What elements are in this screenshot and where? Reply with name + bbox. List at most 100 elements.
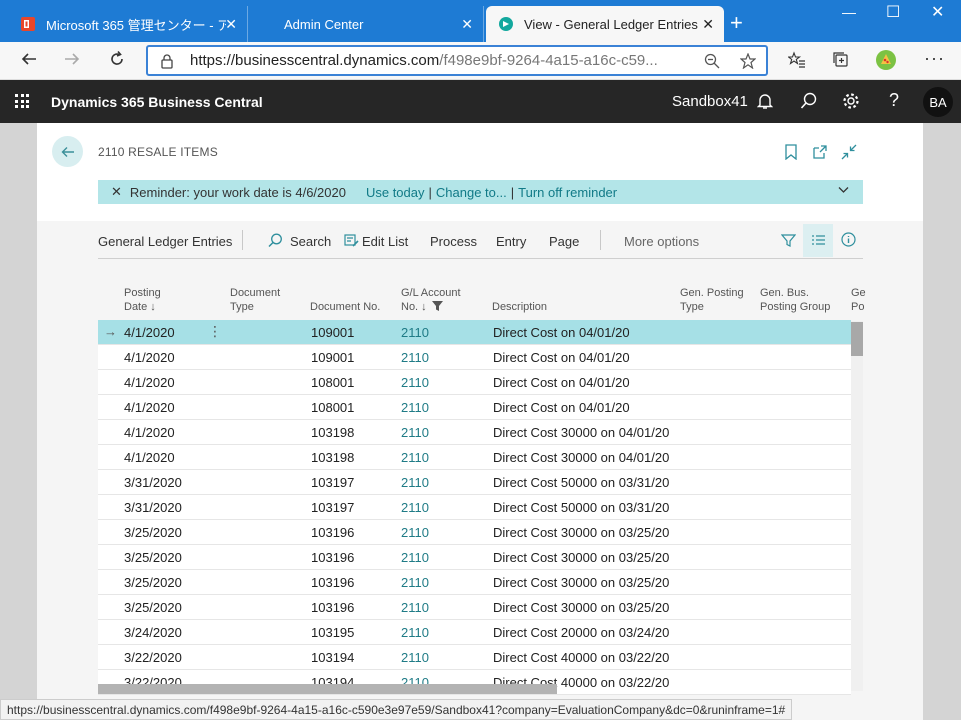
col-description[interactable]: Description (492, 300, 547, 314)
app-launcher-icon[interactable] (15, 94, 29, 108)
table-row[interactable]: 3/25/2020 103196 2110 Direct Cost 30000 on … (98, 595, 851, 620)
cell-gl-account-no[interactable]: 2110 (401, 500, 429, 515)
dismiss-reminder-icon[interactable]: ✕ (111, 184, 122, 200)
edit-list-icon[interactable] (344, 233, 359, 251)
back-button[interactable] (52, 136, 83, 167)
table-row[interactable]: 4/1/2020 103198 2110 Direct Cost 30000 on 0… (98, 420, 851, 445)
divider (600, 230, 601, 250)
new-tab-button[interactable]: + (730, 12, 743, 34)
use-today-link[interactable]: Use today (366, 185, 425, 200)
vertical-scroll-thumb[interactable] (851, 322, 863, 356)
cell-gl-account-no[interactable]: 2110 (401, 450, 429, 465)
col-document-type[interactable]: Document Type (230, 286, 280, 314)
tab-m365-admin[interactable]: Microsoft 365 管理センター - アクテ ✕ (8, 6, 248, 42)
more-options-button[interactable]: More options (624, 234, 699, 249)
gear-icon[interactable] (842, 92, 860, 115)
settings-more-icon[interactable]: ··· (924, 48, 945, 69)
horizontal-scroll-thumb[interactable] (98, 684, 557, 694)
minimize-icon[interactable]: — (842, 4, 856, 20)
cell-description: Direct Cost 30000 on 04/01/20 (493, 450, 670, 465)
collapse-icon[interactable] (841, 144, 857, 163)
back-icon[interactable] (20, 50, 38, 73)
favorites-icon[interactable] (786, 51, 806, 74)
list-title: General Ledger Entries (98, 234, 233, 249)
app-title[interactable]: Dynamics 365 Business Central (51, 94, 263, 110)
cell-gl-account-no[interactable]: 2110 (401, 325, 429, 340)
col-gl-account-no[interactable]: G/L Account No. ↓ (401, 286, 461, 315)
cell-gl-account-no[interactable]: 2110 (401, 400, 429, 415)
forward-icon[interactable] (63, 50, 81, 73)
table-row[interactable]: 3/25/2020 103196 2110 Direct Cost 30000 on … (98, 570, 851, 595)
table-row[interactable]: 3/25/2020 103196 2110 Direct Cost 30000 on … (98, 545, 851, 570)
url-field[interactable]: https://businesscentral.dynamics.com/f49… (146, 45, 768, 76)
process-menu[interactable]: Process (430, 234, 477, 249)
row-actions-icon[interactable]: ⋮ (208, 323, 222, 340)
change-to-link[interactable]: Change to... (436, 185, 507, 200)
col-gen-posting-type[interactable]: Gen. Posting Type (680, 286, 744, 314)
table-row[interactable]: 4/1/2020 109001 2110 Direct Cost on 04/01/2… (98, 345, 851, 370)
url-text: https://businesscentral.dynamics.com/f49… (190, 52, 658, 69)
reminder-text: Reminder: your work date is 4/6/2020 (129, 184, 346, 200)
maximize-icon[interactable]: ☐ (886, 2, 900, 22)
help-icon[interactable]: ? (889, 90, 899, 111)
table-row[interactable]: 3/31/2020 103197 2110 Direct Cost 50000 on … (98, 495, 851, 520)
edit-list-button[interactable]: Edit List (362, 234, 408, 249)
cell-gl-account-no[interactable]: 2110 (401, 550, 429, 565)
info-icon[interactable] (841, 232, 856, 250)
cell-gl-account-no[interactable]: 2110 (401, 650, 429, 665)
cell-gl-account-no[interactable]: 2110 (401, 600, 429, 615)
cell-document-no: 103197 (311, 475, 355, 490)
zoom-icon[interactable] (704, 53, 720, 73)
tab-general-ledger[interactable]: View - General Ledger Entries - 2 ✕ (486, 6, 724, 42)
cell-document-no: 109001 (311, 325, 355, 340)
table-row[interactable]: 4/1/2020 103198 2110 Direct Cost 30000 on 0… (98, 445, 851, 470)
cell-gl-account-no[interactable]: 2110 (401, 350, 429, 365)
bookmark-icon[interactable] (784, 144, 798, 163)
col-gen-prod-posting-group[interactable]: Ge Po (851, 286, 866, 314)
table-row[interactable]: 3/25/2020 103196 2110 Direct Cost 30000 on … (98, 520, 851, 545)
profile-icon[interactable] (875, 49, 897, 76)
table-row[interactable]: → ⋮ 4/1/2020 109001 2110 Direct Cost on 04/01… (98, 320, 851, 345)
table-row[interactable]: 3/24/2020 103195 2110 Direct Cost 20000 on … (98, 620, 851, 645)
table-row[interactable]: 3/22/2020 103194 2110 Direct Cost 40000 on … (98, 645, 851, 670)
table-row[interactable]: 3/31/2020 103197 2110 Direct Cost 50000 on … (98, 470, 851, 495)
environment-name[interactable]: Sandbox41 (672, 93, 748, 110)
col-document-no[interactable]: Document No. (310, 300, 380, 314)
close-window-icon[interactable]: ✕ (931, 2, 944, 22)
search-button[interactable]: Search (290, 234, 331, 249)
col-gen-bus-posting-group[interactable]: Gen. Bus. Posting Group (760, 286, 830, 314)
tab-admin-center[interactable]: Admin Center ✕ (248, 6, 484, 42)
cell-document-no: 109001 (311, 350, 355, 365)
search-icon[interactable] (268, 233, 283, 251)
tab-close-icon[interactable]: ✕ (461, 16, 473, 32)
page-menu[interactable]: Page (549, 234, 579, 249)
cell-gl-account-no[interactable]: 2110 (401, 525, 429, 540)
search-icon[interactable] (800, 92, 818, 115)
table-row[interactable]: 4/1/2020 108001 2110 Direct Cost on 04/01/2… (98, 370, 851, 395)
col-posting-date[interactable]: Posting Date ↓ (124, 286, 161, 314)
table-row[interactable]: 4/1/2020 108001 2110 Direct Cost on 04/01/2… (98, 395, 851, 420)
cell-posting-date: 3/25/2020 (124, 575, 182, 590)
cell-description: Direct Cost 50000 on 03/31/20 (493, 475, 670, 490)
cell-gl-account-no[interactable]: 2110 (401, 575, 429, 590)
tab-close-icon[interactable]: ✕ (225, 16, 237, 32)
refresh-icon[interactable] (108, 50, 126, 73)
entry-menu[interactable]: Entry (496, 234, 526, 249)
chevron-down-icon[interactable] (838, 184, 849, 198)
avatar[interactable]: BA (923, 87, 953, 117)
tab-close-icon[interactable]: ✕ (702, 16, 714, 32)
filter-icon[interactable] (780, 233, 797, 251)
cell-gl-account-no[interactable]: 2110 (401, 475, 429, 490)
vertical-scrollbar[interactable] (851, 321, 863, 691)
cell-gl-account-no[interactable]: 2110 (401, 625, 429, 640)
list-view-icon[interactable] (811, 233, 826, 251)
cell-gl-account-no[interactable]: 2110 (401, 375, 429, 390)
open-new-window-icon[interactable] (812, 144, 828, 163)
favorite-star-icon[interactable] (739, 52, 757, 73)
collections-icon[interactable] (832, 51, 850, 74)
cell-description: Direct Cost on 04/01/20 (493, 350, 630, 365)
turn-off-reminder-link[interactable]: Turn off reminder (518, 185, 617, 200)
cell-posting-date: 3/25/2020 (124, 550, 182, 565)
cell-gl-account-no[interactable]: 2110 (401, 425, 429, 440)
bell-icon[interactable] (756, 92, 774, 115)
